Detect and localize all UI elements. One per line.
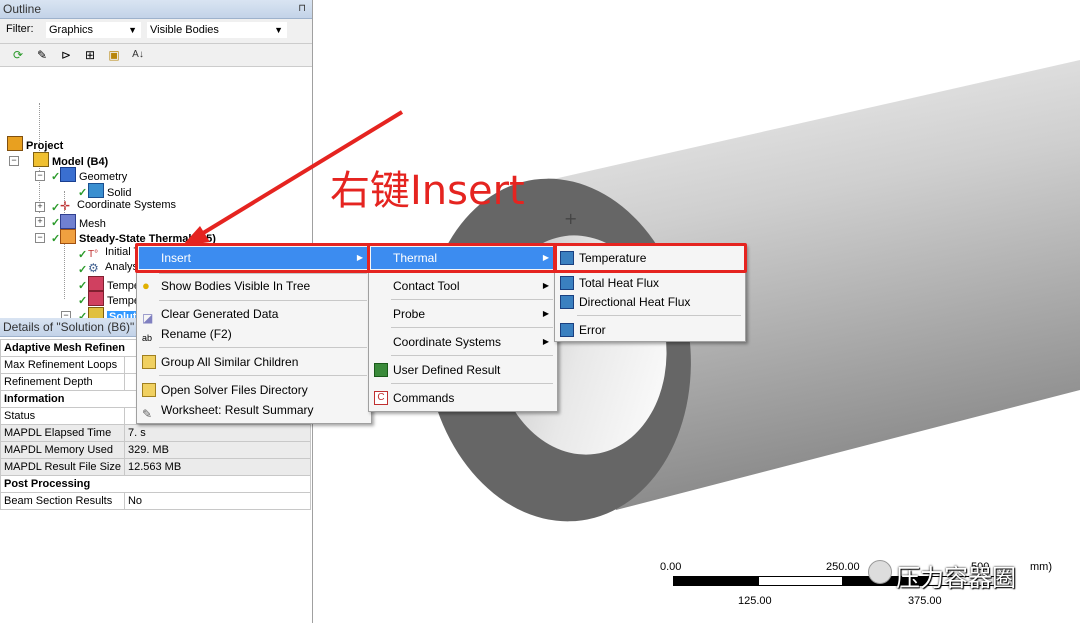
menu-item-user-defined[interactable]: User Defined Result: [371, 359, 555, 381]
user-result-icon: [374, 363, 388, 377]
worksheet-icon: ✎: [142, 407, 153, 421]
submenu-arrow-icon: ▶: [542, 281, 549, 290]
menu-item-contact-tool[interactable]: Contact Tool ▶: [371, 275, 555, 297]
menu-item-coordinate-systems[interactable]: Coordinate Systems ▶: [371, 331, 555, 353]
menu-item-error[interactable]: Error: [557, 319, 743, 341]
highlight-insert: [135, 243, 370, 273]
commands-icon: C: [374, 391, 388, 405]
menu-item-worksheet[interactable]: ✎ Worksheet: Result Summary: [139, 399, 369, 421]
eraser-icon: ◪: [142, 311, 154, 325]
folder-icon: [142, 355, 156, 369]
highlight-thermal: [367, 243, 557, 273]
open-folder-icon: [142, 383, 156, 397]
menu-item-group[interactable]: Group All Similar Children: [139, 351, 369, 373]
heat-flux-icon: [560, 276, 574, 290]
menu-item-clear[interactable]: ◪ Clear Generated Data: [139, 303, 369, 325]
menu-item-show-bodies[interactable]: ● Show Bodies Visible In Tree: [139, 275, 369, 297]
menu-item-commands[interactable]: C Commands: [371, 387, 555, 409]
bulb-icon: ●: [142, 278, 150, 293]
menu-item-rename[interactable]: ab Rename (F2): [139, 323, 369, 345]
submenu-arrow-icon: ▶: [542, 337, 549, 346]
directional-flux-icon: [560, 295, 574, 309]
error-result-icon: [560, 323, 574, 337]
highlight-temperature: [553, 243, 747, 273]
submenu-arrow-icon: ▶: [542, 309, 549, 318]
menu-item-open-dir[interactable]: Open Solver Files Directory: [139, 379, 369, 401]
menu-item-directional-heat-flux[interactable]: Directional Heat Flux: [557, 291, 743, 313]
rename-icon: ab: [142, 333, 153, 343]
annotation-text: 右键Insert: [330, 168, 525, 214]
menu-item-probe[interactable]: Probe ▶: [371, 303, 555, 325]
